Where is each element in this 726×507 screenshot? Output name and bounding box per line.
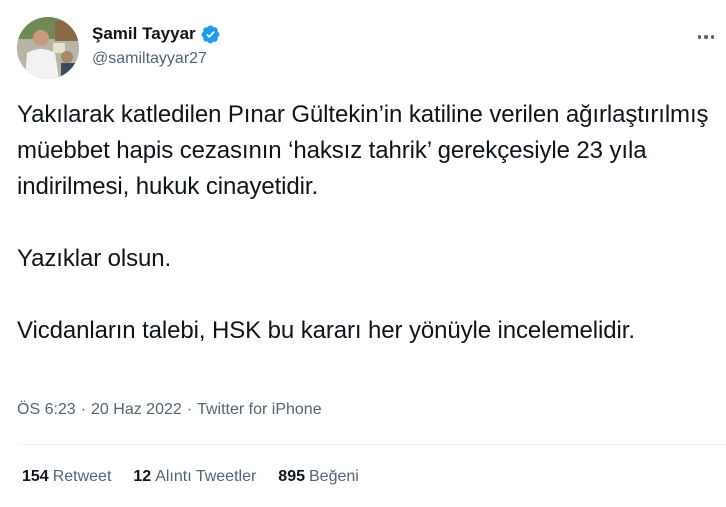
- quotes-label: Alıntı Tweetler: [155, 468, 257, 485]
- tweet-text: Yakılarak katledilen Pınar Gültekin’in k…: [17, 97, 717, 349]
- display-name[interactable]: Şamil Tayyar: [92, 24, 196, 44]
- retweets-label: Retweet: [52, 468, 112, 485]
- tweet-source[interactable]: Twitter for iPhone: [197, 401, 322, 419]
- retweets-count: 154: [22, 468, 49, 485]
- likes-label: Beğeni: [309, 468, 359, 485]
- verified-badge-icon: [200, 24, 221, 45]
- tweet-header: Şamil Tayyar @samiltayyar27: [17, 17, 726, 79]
- divider: [17, 444, 726, 445]
- tweet-date[interactable]: 20 Haz 2022: [91, 401, 182, 419]
- tweet-time[interactable]: ÖS 6:23: [17, 401, 76, 419]
- tweet-paragraph: Yakılarak katledilen Pınar Gültekin’in k…: [17, 101, 709, 200]
- handle[interactable]: @samiltayyar27: [92, 50, 221, 68]
- tweet-stats: 154 Retweet 12 Alıntı Tweetler 895 Beğen…: [22, 468, 359, 486]
- meta-separator: ·: [80, 401, 87, 418]
- likes-stat[interactable]: 895 Beğeni: [278, 468, 359, 486]
- tweet-paragraph: Yazıklar olsun.: [17, 245, 172, 272]
- retweets-stat[interactable]: 154 Retweet: [22, 468, 111, 486]
- quotes-count: 12: [133, 468, 152, 485]
- avatar[interactable]: [17, 17, 79, 79]
- likes-count: 895: [278, 468, 305, 485]
- quotes-stat[interactable]: 12 Alıntı Tweetler: [133, 468, 256, 486]
- more-options-icon[interactable]: [692, 23, 720, 51]
- tweet-paragraph: Vicdanların talebi, HSK bu kararı her yö…: [17, 317, 635, 344]
- tweet-meta: ÖS 6:23 · 20 Haz 2022 · Twitter for iPho…: [17, 401, 322, 419]
- meta-separator: ·: [186, 401, 193, 418]
